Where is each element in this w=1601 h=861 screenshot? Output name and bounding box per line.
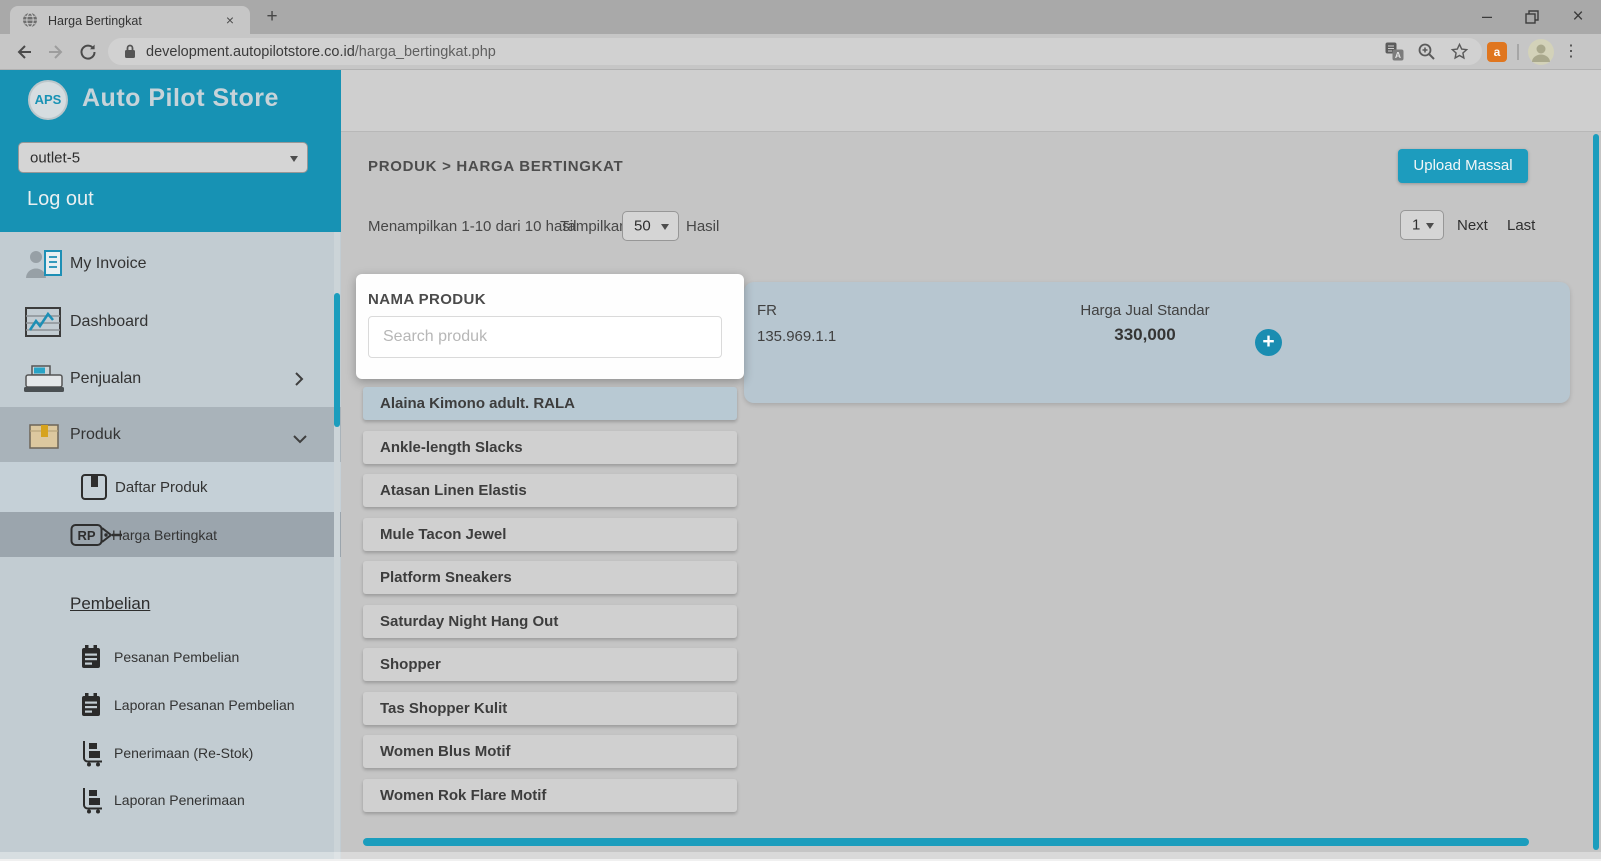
- sidebar-item-daftar-produk[interactable]: Daftar Produk: [0, 462, 341, 512]
- search-highlight-panel: NAMA PRODUK: [356, 274, 744, 379]
- results-summary: Menampilkan 1-10 dari 10 hasil: [368, 218, 576, 235]
- product-list-item[interactable]: Platform Sneakers: [363, 561, 737, 594]
- window-restore-button[interactable]: [1525, 10, 1539, 29]
- toolbar-separator: [1517, 44, 1519, 60]
- breadcrumb: PRODUK > HARGA BERTINGKAT: [368, 158, 623, 175]
- price-label: Harga Jual Standar: [1055, 302, 1235, 319]
- url-domain: development.autopilotstore.co.id: [146, 44, 355, 60]
- section-header-pembelian: Pembelian: [70, 594, 150, 614]
- notepad-icon: [80, 692, 102, 723]
- handtruck-icon: [80, 786, 104, 819]
- page-size-value: 50: [634, 218, 651, 235]
- last-page-link[interactable]: Last: [1507, 217, 1535, 234]
- outlet-select-value: outlet-5: [30, 149, 80, 166]
- rp-tag-text: RP: [77, 528, 95, 543]
- tab-strip: Harga Bertingkat × + – ×: [0, 0, 1601, 34]
- profile-avatar[interactable]: [1528, 39, 1554, 70]
- chevron-down-icon: [1426, 223, 1434, 229]
- box-outline-icon: [80, 473, 108, 506]
- page-number-select[interactable]: 1: [1400, 210, 1444, 240]
- sidebar-item-laporan-pesanan-pembelian[interactable]: Laporan Pesanan Pembelian: [0, 688, 341, 722]
- window-minimize-button[interactable]: –: [1470, 4, 1504, 30]
- main-content: PRODUK > HARGA BERTINGKAT Upload Massal …: [341, 131, 1601, 859]
- product-list-item[interactable]: Saturday Night Hang Out: [363, 605, 737, 638]
- reload-icon[interactable]: [78, 42, 98, 67]
- translate-icon[interactable]: A: [1385, 42, 1404, 66]
- browser-menu-icon[interactable]: ⋮: [1563, 41, 1579, 63]
- browser-toolbar: development.autopilotstore.co.id/harga_b…: [0, 34, 1601, 70]
- window-close-button[interactable]: ×: [1561, 4, 1595, 30]
- chevron-down-icon: [292, 431, 308, 449]
- outlet-select[interactable]: outlet-5: [18, 142, 308, 173]
- product-list-item[interactable]: Tas Shopper Kulit: [363, 692, 737, 725]
- search-input[interactable]: [368, 316, 722, 358]
- product-list-item[interactable]: Ankle-length Slacks: [363, 431, 737, 464]
- product-list-item[interactable]: Atasan Linen Elastis: [363, 474, 737, 507]
- product-list-item[interactable]: Women Rok Flare Motif: [363, 779, 737, 812]
- product-list-item[interactable]: Shopper: [363, 648, 737, 681]
- sidebar-header: APS Auto Pilot Store outlet-5 Log out: [0, 70, 341, 232]
- sidebar-item-penjualan[interactable]: Penjualan: [0, 359, 341, 399]
- globe-favicon-icon: [22, 12, 38, 33]
- tab-close-icon[interactable]: ×: [220, 11, 240, 31]
- tab-harga-bertingkat[interactable]: Harga Bertingkat ×: [10, 6, 250, 34]
- next-page-link[interactable]: Next: [1457, 217, 1488, 234]
- brand-title: Auto Pilot Store: [82, 84, 279, 113]
- cash-register-icon: [22, 364, 66, 399]
- bookmark-star-icon[interactable]: [1450, 42, 1469, 66]
- lock-icon: [124, 44, 136, 64]
- address-bar[interactable]: development.autopilotstore.co.id/harga_b…: [108, 38, 1482, 65]
- logout-link[interactable]: Log out: [27, 188, 94, 211]
- sidebar-item-dashboard[interactable]: Dashboard: [0, 302, 341, 342]
- zoom-icon[interactable]: [1417, 42, 1436, 66]
- vertical-scrollbar-thumb[interactable]: [1593, 134, 1599, 850]
- product-list-item[interactable]: Mule Tacon Jewel: [363, 518, 737, 551]
- product-sku: 135.969.1.1: [757, 328, 836, 345]
- chevron-right-icon: [294, 371, 304, 392]
- browser-window: Harga Bertingkat × + – × development.aut…: [0, 0, 1601, 861]
- sidebar: APS Auto Pilot Store outlet-5 Log out My…: [0, 70, 341, 859]
- product-detail-card: FR 135.969.1.1 Harga Jual Standar 330,00…: [744, 282, 1570, 403]
- svg-text:A: A: [1395, 50, 1401, 60]
- product-code: FR: [757, 302, 777, 319]
- aps-logo: APS: [28, 80, 68, 120]
- dashboard-chart-icon: [24, 306, 62, 343]
- forward-icon[interactable]: [46, 42, 66, 67]
- search-panel-title: NAMA PRODUK: [368, 291, 486, 308]
- sidebar-item-pesanan-pembelian[interactable]: Pesanan Pembelian: [0, 640, 341, 674]
- invoice-person-icon: [24, 247, 64, 286]
- sidebar-menu: My Invoice Dashboard Penjualan: [0, 232, 341, 859]
- back-icon[interactable]: [14, 42, 34, 67]
- sidebar-item-laporan-penerimaan[interactable]: Laporan Penerimaan: [0, 783, 341, 817]
- sidebar-item-harga-bertingkat[interactable]: RP Harga Bertingkat: [0, 512, 341, 557]
- handtruck-icon: [80, 739, 104, 772]
- add-price-tier-button[interactable]: +: [1255, 329, 1282, 356]
- chevron-down-icon: [290, 156, 298, 162]
- sidebar-item-penerimaan-restok[interactable]: Penerimaan (Re-Stok): [0, 736, 341, 770]
- results-label: Hasil: [686, 218, 719, 235]
- window-bottom-edge: [0, 852, 1601, 859]
- show-label: Tampilkan: [560, 218, 628, 235]
- page-size-select[interactable]: 50: [622, 211, 679, 241]
- url-text: development.autopilotstore.co.id/harga_b…: [146, 44, 496, 60]
- upload-massal-button[interactable]: Upload Massal: [1398, 149, 1528, 183]
- url-path: /harga_bertingkat.php: [355, 44, 496, 60]
- sidebar-item-my-invoice[interactable]: My Invoice: [0, 244, 341, 284]
- sidebar-scrollbar-thumb[interactable]: [334, 293, 340, 427]
- horizontal-scrollbar-thumb[interactable]: [363, 838, 1529, 846]
- product-list-item[interactable]: Women Blus Motif: [363, 735, 737, 768]
- product-box-icon: [28, 420, 60, 455]
- page-number-value: 1: [1412, 217, 1420, 234]
- chevron-down-icon: [661, 224, 669, 230]
- extension-icon[interactable]: a: [1487, 42, 1507, 62]
- sidebar-item-produk[interactable]: Produk: [0, 407, 341, 462]
- page-top-strip: [341, 70, 1601, 131]
- new-tab-button[interactable]: +: [260, 4, 284, 30]
- price-value: 330,000: [1055, 325, 1235, 345]
- tab-title: Harga Bertingkat: [48, 14, 142, 28]
- notepad-icon: [80, 644, 102, 675]
- product-list-item[interactable]: Alaina Kimono adult. RALA: [363, 387, 737, 420]
